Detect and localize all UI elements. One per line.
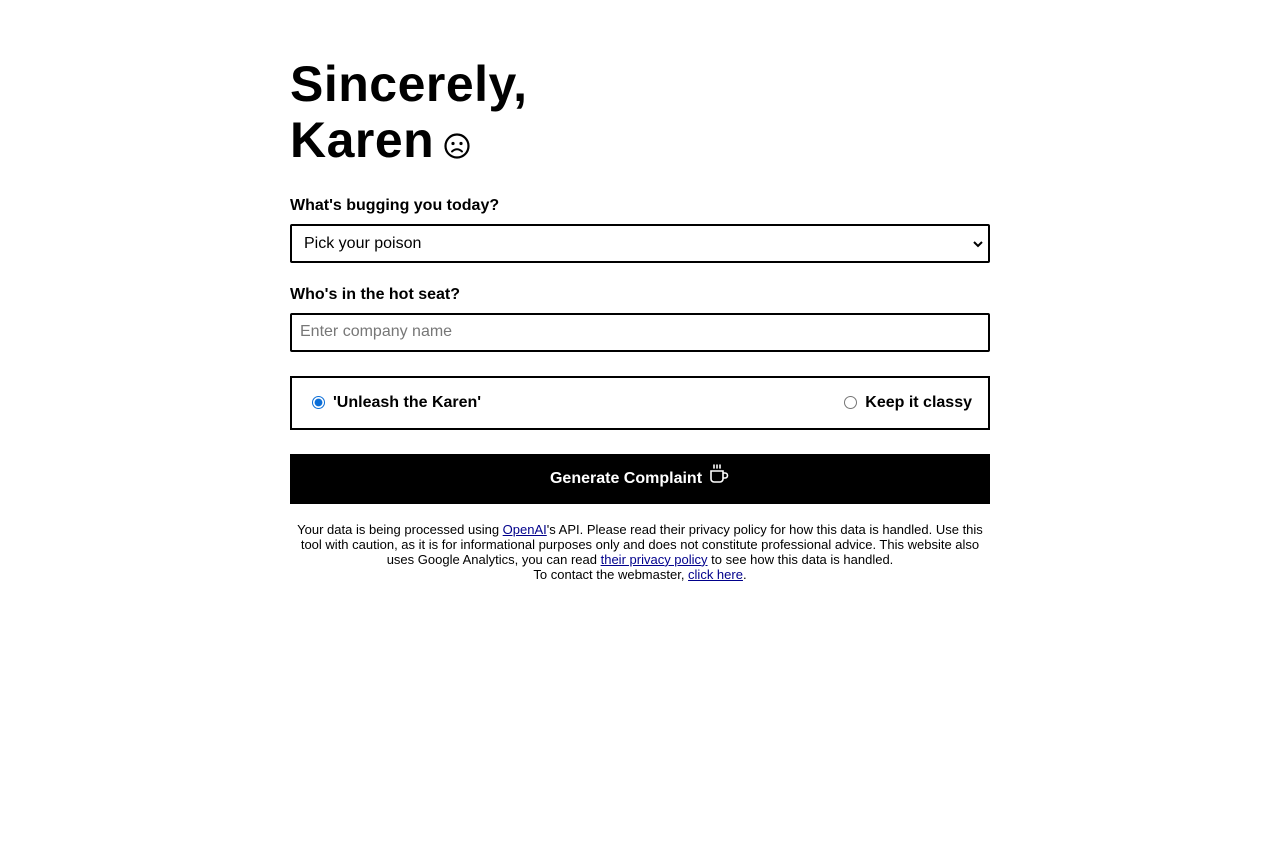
disclaimer-part-3: to see how this data is handled. [707, 551, 894, 567]
generate-complaint-button[interactable]: Generate Complaint [290, 453, 990, 504]
tone-label-unleash: 'Unleash the Karen' [333, 393, 482, 411]
issue-label: What's bugging you today? [290, 196, 500, 214]
openai-link[interactable]: OpenAI [503, 522, 547, 537]
contact-webmaster-link[interactable]: click here [688, 567, 743, 582]
title-line-2: Karen [290, 112, 990, 172]
tone-option-unleash[interactable]: 'Unleash the Karen' [312, 394, 481, 412]
title-name: Karen [290, 112, 435, 168]
generate-button-label: Generate Complaint [549, 469, 703, 487]
page-title: Sincerely, Karen [290, 56, 990, 172]
privacy-policy-link[interactable]: their privacy policy [601, 552, 708, 567]
company-name-input[interactable] [290, 312, 990, 352]
issue-select[interactable]: Pick your poison [292, 225, 988, 261]
title-line-1: Sincerely, [290, 56, 528, 112]
tone-option-classy[interactable]: Keep it classy [844, 394, 972, 412]
tone-selector: 'Unleash the Karen' Keep it classy [290, 375, 990, 430]
issue-select-wrapper[interactable]: Pick your poison [290, 223, 990, 263]
tone-radio-unleash[interactable] [312, 396, 325, 410]
company-label: Who's in the hot seat? [290, 285, 461, 303]
contact-suffix: . [742, 566, 747, 582]
main-container: Sincerely, Karen What's bugging you toda… [290, 56, 990, 582]
disclaimer-part-1: Your data is being processed using [297, 521, 503, 537]
sad-face-icon [444, 114, 470, 170]
tone-label-classy: Keep it classy [865, 393, 972, 411]
disclaimer-text: Your data is being processed using OpenA… [290, 522, 990, 582]
coffee-cup-icon [708, 463, 730, 490]
tone-radio-classy[interactable] [844, 396, 858, 410]
contact-prefix: To contact the webmaster, [533, 566, 689, 582]
